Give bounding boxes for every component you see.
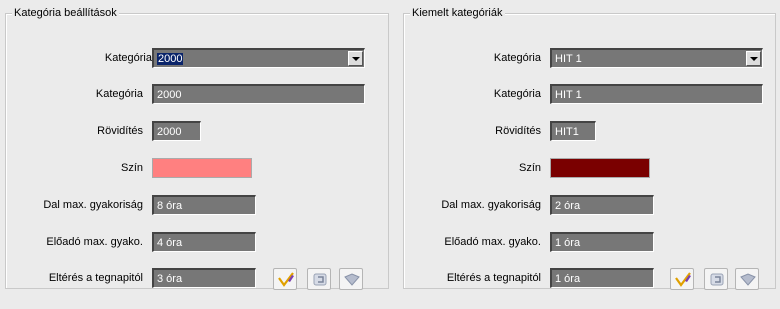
category-select-label: Kategória: [104, 52, 152, 64]
color-swatch[interactable]: [152, 158, 252, 178]
abbreviation-field[interactable]: 2000: [152, 121, 201, 141]
song-max-frequency-field[interactable]: 2 óra: [550, 195, 654, 215]
artist-max-frequency-label: Előadó max. gyako.: [444, 236, 541, 248]
save-icon: [344, 273, 360, 286]
category-name-field[interactable]: HIT 1: [550, 84, 763, 104]
category-select-value: 2000: [157, 53, 184, 65]
category-name-field[interactable]: 2000: [152, 84, 365, 104]
save-button[interactable]: [735, 268, 759, 290]
color-label: Szín: [120, 162, 143, 174]
category-name-label: Kategória: [493, 88, 541, 100]
song-max-frequency-field[interactable]: 8 óra: [152, 195, 256, 215]
difference-from-yesterday-label: Eltérés a tegnapitól: [48, 272, 143, 284]
edit-button[interactable]: [670, 268, 694, 290]
difference-from-yesterday-label: Eltérés a tegnapitól: [446, 272, 541, 284]
song-max-frequency-label: Dal max. gyakoriság: [441, 199, 541, 211]
save-icon: [740, 273, 756, 286]
category-select-value: HIT 1: [555, 53, 582, 65]
category-settings-panel: Kategória beállítások Kategória 2000 Kat…: [5, 6, 389, 290]
category-name-label: Kategória: [95, 88, 143, 100]
category-select-label: Kategória: [493, 52, 541, 64]
artist-max-frequency-field[interactable]: 1 óra: [550, 232, 654, 252]
edit-pencil-icon: [278, 272, 294, 287]
artist-max-frequency-label: Előadó max. gyako.: [46, 236, 143, 248]
song-max-frequency-label: Dal max. gyakoriság: [43, 199, 143, 211]
color-swatch[interactable]: [550, 158, 650, 178]
save-button[interactable]: [339, 268, 363, 290]
color-label: Szín: [518, 162, 541, 174]
abbreviation-label: Rövidítés: [495, 125, 541, 137]
undo-button[interactable]: [307, 268, 331, 290]
edit-pencil-icon: [675, 272, 691, 287]
highlighted-categories-panel: Kiemelt kategóriák Kategória HIT 1 Kateg…: [403, 6, 776, 290]
category-select[interactable]: HIT 1: [550, 48, 763, 68]
edit-button[interactable]: [273, 268, 297, 290]
undo-icon: [313, 273, 327, 286]
undo-icon: [710, 273, 724, 286]
chevron-down-icon[interactable]: [746, 51, 761, 66]
category-select[interactable]: 2000: [152, 48, 365, 68]
difference-from-yesterday-field[interactable]: 3 óra: [152, 268, 256, 288]
panel-title: Kiemelt kategóriák: [410, 6, 505, 20]
abbreviation-label: Rövidítés: [97, 125, 143, 137]
panel-title: Kategória beállítások: [12, 6, 119, 20]
abbreviation-field[interactable]: HIT1: [550, 121, 596, 141]
chevron-down-icon[interactable]: [348, 51, 363, 66]
artist-max-frequency-field[interactable]: 4 óra: [152, 232, 256, 252]
undo-button[interactable]: [704, 268, 728, 290]
difference-from-yesterday-field[interactable]: 1 óra: [550, 268, 654, 288]
